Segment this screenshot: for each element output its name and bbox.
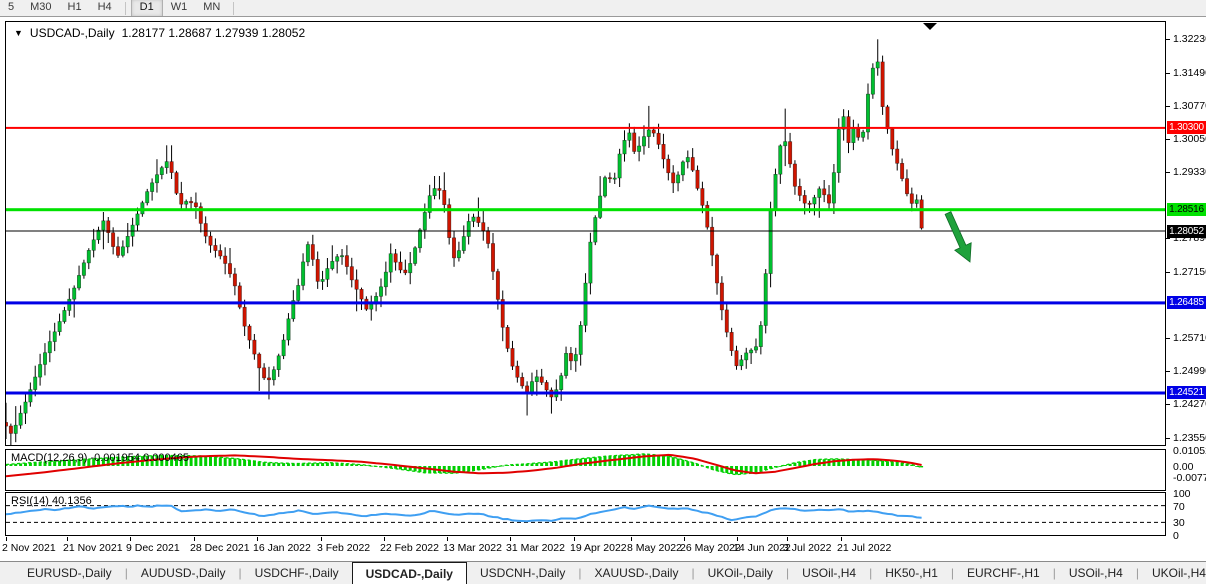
time-axis-tick [6,537,7,541]
tab-xauusd-daily[interactable]: XAUUSD-,Daily [581,562,691,584]
price-axis-label: 1.29330 [1173,166,1206,178]
tab-usdchf-daily[interactable]: USDCHF-,Daily [242,562,352,584]
time-axis-label: 22 Feb 2022 [380,542,439,554]
price-chart-panel: ▼ USDCAD-,Daily 1.28177 1.28687 1.27939 … [5,21,1166,446]
tab-eurusd-daily[interactable]: EURUSD-,Daily [14,562,125,584]
ohlc-values: 1.28177 1.28687 1.27939 1.28052 [122,26,306,40]
price-axis-tick [1166,238,1170,239]
symbol-tab-bar: EURUSD-,Daily|AUDUSD-,Daily|USDCHF-,Dail… [0,561,1206,584]
price-axis-tick [1166,73,1170,74]
time-axis-label: 21 Jul 2022 [837,542,891,554]
chart-title: ▼ USDCAD-,Daily 1.28177 1.28687 1.27939 … [14,26,305,40]
time-axis-tick [510,537,511,541]
rsi-axis-label: 0 [1173,530,1179,542]
tab-usdcnh-daily[interactable]: USDCNH-,Daily [467,562,578,584]
toolbar-separator [125,2,126,15]
price-axis-label: 1.31490 [1173,67,1206,79]
tab-ukoil-h4[interactable]: UKOil-,H4 [1139,562,1206,584]
tab-ukoil-daily[interactable]: UKOil-,Daily [695,562,786,584]
price-level-badge: 1.26485 [1167,296,1206,309]
rsi-axis-label: 70 [1173,501,1185,513]
price-axis-tick [1166,272,1170,273]
price-axis-label: 1.24990 [1173,365,1206,377]
time-axis-label: 3 Feb 2022 [317,542,370,554]
time-axis-tick [257,537,258,541]
price-axis-label: 1.30050 [1173,133,1206,145]
time-axis-tick [574,537,575,541]
time-axis-tick [384,537,385,541]
tab-hk50-h1[interactable]: HK50-,H1 [872,562,951,584]
tab-usoil-h4[interactable]: USOil-,H4 [1056,562,1136,584]
price-level-badge: 1.28052 [1167,225,1206,238]
macd-label: MACD(12,26,9) -0.001954 0.000465 [11,452,189,464]
time-axis-label: 13 Mar 2022 [443,542,502,554]
symbol-name: USDCAD-,Daily [30,26,115,40]
rsi-indicator-panel: RSI(14) 40.1356 [5,492,1166,536]
price-axis-tick [1166,404,1170,405]
time-axis-tick [67,537,68,541]
tab-usdcad-daily[interactable]: USDCAD-,Daily [352,562,467,584]
price-level-badge: 1.30300 [1167,121,1206,134]
timeframe-button-mn[interactable]: MN [195,0,228,16]
price-axis-label: 1.25710 [1173,332,1206,344]
macd-axis-label: -0.00774 [1173,472,1206,484]
tab-audusd-daily[interactable]: AUDUSD-,Daily [128,562,239,584]
price-axis-tick [1166,39,1170,40]
price-axis-label: 1.24270 [1173,398,1206,410]
macd-indicator-panel: MACD(12,26,9) -0.001954 0.000465 [5,449,1166,491]
timeframe-toolbar: 5M30H1H4 D1W1MN [0,0,1206,17]
trading-terminal-window: 5M30H1H4 D1W1MN ▼ USDCAD-,Daily 1.28177 1… [0,0,1206,584]
time-axis-tick [787,537,788,541]
tab-usoil-h4[interactable]: USOil-,H4 [789,562,869,584]
timeframe-button-w1[interactable]: W1 [163,0,196,16]
price-level-badge: 1.28516 [1167,203,1206,216]
time-axis-label: 26 May 2022 [680,542,741,554]
time-axis-label: 31 Mar 2022 [506,542,565,554]
price-axis-label: 1.27150 [1173,266,1206,278]
symbol-dropdown-icon[interactable]: ▼ [14,27,23,39]
time-axis-tick [321,537,322,541]
price-axis-label: 1.23550 [1173,432,1206,444]
price-axis-tick [1166,172,1170,173]
timeframe-button-m30[interactable]: M30 [22,0,59,16]
price-axis-tick [1166,371,1170,372]
timeframe-button-h4[interactable]: H4 [90,0,120,16]
time-axis-tick [631,537,632,541]
time-axis-tick [194,537,195,541]
price-axis-tick [1166,438,1170,439]
time-axis-label: 16 Jan 2022 [253,542,311,554]
time-axis-tick [737,537,738,541]
toolbar-separator [233,2,234,15]
price-axis-label: 1.32230 [1173,33,1206,45]
price-axis-tick [1166,106,1170,107]
price-axis-tick [1166,139,1170,140]
tab-eurchf-h1[interactable]: EURCHF-,H1 [954,562,1053,584]
time-axis-label: 9 Dec 2021 [126,542,180,554]
time-axis-label: 28 Dec 2021 [190,542,250,554]
rsi-axis-label: 100 [1173,488,1191,500]
price-level-badge: 1.24521 [1167,386,1206,399]
time-axis-label: 19 Apr 2022 [570,542,627,554]
time-axis-tick [130,537,131,541]
time-axis-label: 8 May 2022 [627,542,682,554]
time-axis-tick [447,537,448,541]
time-axis-label: 21 Nov 2021 [63,542,123,554]
price-axis-label: 1.30770 [1173,100,1206,112]
rsi-axis-label: 30 [1173,517,1185,529]
macd-axis-label: 0.01052 [1173,445,1206,457]
time-axis-tick [684,537,685,541]
timeframe-button-5[interactable]: 5 [0,0,22,16]
rsi-label: RSI(14) 40.1356 [11,495,92,507]
time-axis-tick [841,537,842,541]
timeframe-button-h1[interactable]: H1 [60,0,90,16]
time-axis-label: 3 Jul 2022 [783,542,831,554]
time-axis-label: 2 Nov 2021 [2,542,56,554]
timeframe-button-d1[interactable]: D1 [131,0,163,16]
price-axis-tick [1166,338,1170,339]
